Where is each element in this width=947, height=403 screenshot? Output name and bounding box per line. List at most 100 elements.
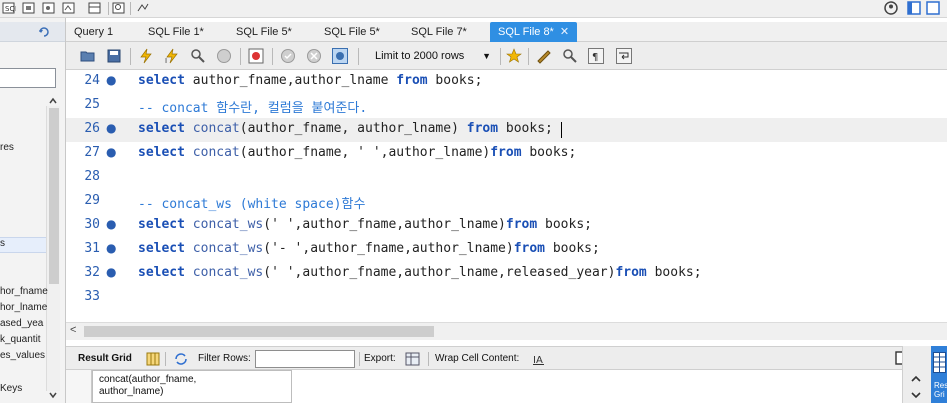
result-grid-side-button[interactable]: Res Gri <box>931 346 947 403</box>
execute-icon[interactable] <box>138 48 154 64</box>
tab-sql-file-8[interactable]: SQL File 8* ✕ <box>490 22 578 42</box>
tab-query-1[interactable]: Query 1 <box>66 22 121 42</box>
navigator-panel: res s hor_fname hor_lname ased_yea k_qua… <box>0 18 66 403</box>
grid-icon <box>933 352 946 373</box>
result-side-panel: Res Gri <box>902 346 947 403</box>
scrollbar-thumb[interactable] <box>49 108 59 284</box>
tab-sql-file-1[interactable]: SQL File 1* <box>140 22 212 42</box>
tree-item-author-fname[interactable]: hor_fname <box>0 286 48 297</box>
tree-item-keys[interactable]: Keys <box>0 383 22 394</box>
rollback-icon[interactable] <box>306 48 322 64</box>
scroll-up-icon[interactable] <box>48 96 58 106</box>
grid-column-header[interactable]: concat(author_fname, author_lname) <box>92 370 292 403</box>
column-header-label: concat(author_fname, author_lname) <box>99 374 197 397</box>
line-number: 32 <box>84 265 100 280</box>
toolbar-divider <box>130 2 131 15</box>
refresh-results-icon[interactable] <box>174 352 188 366</box>
toggle-continue-on-error-icon[interactable] <box>248 48 264 64</box>
code-line[interactable]: 24 ● select author_fname,author_lname fr… <box>66 70 947 94</box>
toggle-output-icon[interactable] <box>926 1 940 15</box>
tab-label: SQL File 5* <box>236 26 292 38</box>
toolbar-divider <box>272 48 273 65</box>
code-line-current[interactable]: 26 ● select concat(author_fname, author_… <box>66 118 947 142</box>
autocommit-toggle-icon[interactable] <box>332 48 348 64</box>
tree-item-columns[interactable]: s <box>0 238 5 249</box>
code-line[interactable]: 25 -- concat 함수란, 컬럼을 붙여준다. <box>66 94 947 118</box>
code-line[interactable]: 29 -- concat_ws (white space)함수 <box>66 190 947 214</box>
tab-sql-file-5b[interactable]: SQL File 5* <box>316 22 388 42</box>
tab-label: SQL File 7* <box>411 26 467 38</box>
toolbar-divider <box>500 48 501 65</box>
tree-item-sales-values[interactable]: es_values <box>0 350 45 361</box>
code-text: select concat_ws(' ',author_fname,author… <box>138 217 592 232</box>
wrap-cell-label: Wrap Cell Content: <box>435 353 520 364</box>
side-button-label: Res Gri <box>934 381 947 399</box>
limit-rows-select[interactable]: Limit to 2000 rows ▼ <box>369 47 495 65</box>
result-grid-tab[interactable]: Result Grid <box>78 353 132 364</box>
filter-rows-input[interactable] <box>255 350 355 368</box>
open-inspector-icon[interactable] <box>42 1 56 15</box>
line-number: 24 <box>84 73 100 88</box>
tree-item-selected[interactable] <box>0 237 46 253</box>
scrollbar-thumb[interactable] <box>84 326 434 337</box>
editor-horizontal-scrollbar[interactable]: < <box>66 322 947 340</box>
export-icon[interactable] <box>405 352 421 366</box>
execute-current-icon[interactable]: I <box>164 48 180 64</box>
search-table-data-icon[interactable] <box>112 1 126 15</box>
user-settings-icon[interactable] <box>884 1 898 15</box>
code-text: select concat(author_fname, ' ',author_l… <box>138 145 577 160</box>
reconnect-icon[interactable] <box>136 1 150 15</box>
sql-editor[interactable]: 24 ● select author_fname,author_lname fr… <box>66 70 947 322</box>
create-table-icon[interactable] <box>88 1 102 15</box>
code-line[interactable]: 31 ● select concat_ws('- ',author_fname,… <box>66 238 947 262</box>
tree-item-procedures[interactable]: res <box>0 142 14 153</box>
code-line[interactable]: 28 <box>66 166 947 190</box>
code-line[interactable]: 30 ● select concat_ws(' ',author_fname,a… <box>66 214 947 238</box>
line-number: 25 <box>84 97 100 112</box>
toggle-sidebar-icon[interactable] <box>907 1 921 15</box>
line-number: 28 <box>84 169 100 184</box>
new-sql-tab-icon[interactable]: SQL <box>2 1 16 15</box>
toolbar-divider <box>165 352 166 366</box>
invisible-chars-icon[interactable]: ¶ <box>588 48 604 64</box>
toolbar-divider <box>130 48 131 65</box>
add-snippet-icon[interactable] <box>506 48 522 64</box>
open-sql-script-icon[interactable] <box>22 1 36 15</box>
navigator-scrollbar[interactable] <box>46 106 60 391</box>
scroll-left-icon[interactable]: < <box>70 324 76 336</box>
tab-sql-file-7[interactable]: SQL File 7* <box>403 22 475 42</box>
schema-filter-input[interactable] <box>0 68 56 88</box>
tree-item-released-year[interactable]: ased_yea <box>0 318 43 329</box>
stop-icon[interactable] <box>216 48 232 64</box>
toolbar-divider <box>108 2 109 15</box>
scroll-down-icon[interactable] <box>48 390 58 400</box>
explain-icon[interactable] <box>190 48 206 64</box>
tree-item-stock-quantity[interactable]: k_quantit <box>0 334 41 345</box>
save-icon[interactable] <box>106 48 122 64</box>
code-line[interactable]: 32 ● select concat_ws(' ',author_fname,a… <box>66 262 947 286</box>
statement-marker-icon: ● <box>106 73 117 87</box>
tab-label: Query 1 <box>74 26 114 38</box>
tree-item-author-lname[interactable]: hor_lname <box>0 302 47 313</box>
close-tab-icon[interactable]: ✕ <box>560 26 569 38</box>
commit-icon[interactable] <box>280 48 296 64</box>
sql-editor-toolbar: I Limit to 2000 rows ▼ ¶ <box>66 42 947 70</box>
open-file-icon[interactable] <box>80 48 96 64</box>
svg-text:I: I <box>165 57 167 64</box>
code-text: select concat_ws(' ',author_fname,author… <box>138 265 702 280</box>
grid-view-icon[interactable] <box>146 352 160 366</box>
code-line[interactable]: 33 <box>66 286 947 310</box>
scroll-down-icon[interactable] <box>909 388 923 402</box>
find-replace-icon[interactable] <box>562 48 578 64</box>
wrap-cell-icon[interactable]: IA <box>532 352 546 366</box>
beautify-icon[interactable] <box>536 48 552 64</box>
code-line[interactable]: 27 ● select concat(author_fname, ' ',aut… <box>66 142 947 166</box>
word-wrap-icon[interactable] <box>616 48 632 64</box>
refresh-icon[interactable] <box>38 26 50 38</box>
code-text: select concat(author_fname, author_lname… <box>138 121 553 136</box>
line-number: 30 <box>84 217 100 232</box>
scroll-up-icon[interactable] <box>909 372 923 386</box>
tab-sql-file-5[interactable]: SQL File 5* <box>228 22 300 42</box>
create-schema-icon[interactable] <box>62 1 76 15</box>
result-grid[interactable]: concat(author_fname, author_lname) <box>66 370 902 403</box>
